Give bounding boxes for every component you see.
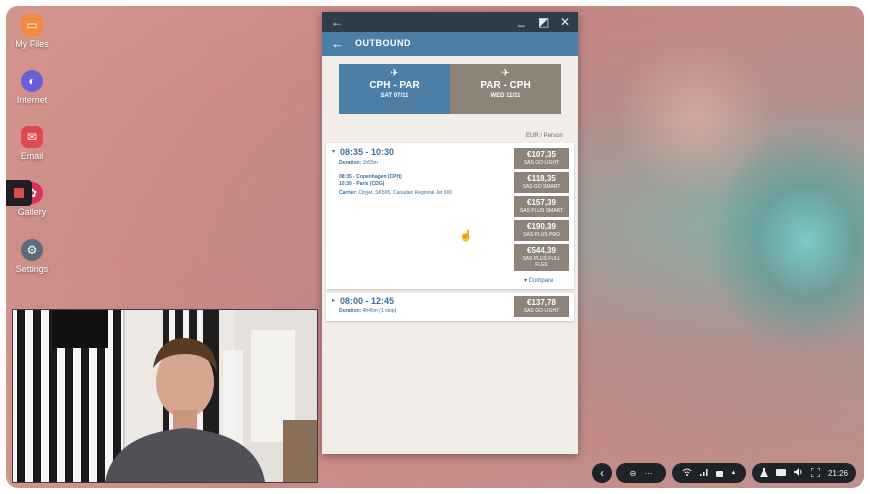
flight-card[interactable]: ▾ 08:35 - 10:30 Duration: 1h55m 08:35 - … xyxy=(326,143,574,289)
fare-name: SAS PLUS SMART xyxy=(519,208,564,214)
folder-icon: ▭ xyxy=(21,14,43,36)
fare-button[interactable]: €157,39 SAS PLUS SMART xyxy=(514,196,569,217)
lock-icon xyxy=(715,468,723,479)
fare-price: €137,78 xyxy=(527,298,556,307)
tab-route: PAR - CPH xyxy=(480,80,531,91)
desktop-icon-internet[interactable]: ◐ Internet xyxy=(6,70,58,105)
app-window: ← _ ◩ ✕ ← OUTBOUND ✈ CPH - PAR SAT 07/11… xyxy=(322,12,578,454)
desktop-icon-label: My Files xyxy=(15,39,49,49)
system-tray[interactable]: 21:26 xyxy=(752,463,856,483)
page-title: OUTBOUND xyxy=(355,38,411,48)
screenshot-icon[interactable] xyxy=(810,467,821,479)
fare-name: SAS GO SMART xyxy=(522,184,561,190)
expand-icon[interactable]: ▸ xyxy=(332,297,335,304)
status-pill[interactable]: ▲ xyxy=(672,463,746,483)
caret-up-icon[interactable]: ▲ xyxy=(731,470,737,476)
more-icon[interactable]: ··· xyxy=(644,469,652,478)
desktop-icon-label: Settings xyxy=(15,264,49,274)
webcam-overlay xyxy=(12,309,318,483)
webcam-video xyxy=(13,310,317,482)
flight-duration: Duration: 4h45m (1 stop) xyxy=(339,308,397,314)
keyboard-icon[interactable] xyxy=(775,468,786,478)
fare-price: €157,39 xyxy=(527,198,556,207)
flight-time: 08:00 - 12:45 xyxy=(340,296,395,306)
wifi-icon xyxy=(682,468,692,478)
tab-date: WED 11/11 xyxy=(490,93,521,99)
globe-icon: ◐ xyxy=(21,70,43,92)
envelope-icon: ✉ xyxy=(21,126,43,148)
gear-icon: ⚙ xyxy=(21,239,43,261)
flight-card[interactable]: ▸ 08:00 - 12:45 Duration: 4h45m (1 stop)… xyxy=(326,293,574,321)
fare-name: SAS PLUS PRO xyxy=(523,232,560,238)
fare-button[interactable]: €118,35 SAS GO SMART xyxy=(514,172,569,193)
fare-button[interactable]: €137,78 SAS GO LIGHT xyxy=(514,296,569,317)
flight-carrier: Carrier: Cityjet, SK565, Canadair Region… xyxy=(339,190,453,196)
fare-price: €544,39 xyxy=(527,246,556,255)
recording-stop-button[interactable] xyxy=(6,180,32,206)
fare-button[interactable]: €107,35 SAS GO LIGHT xyxy=(514,148,569,169)
hand-cursor-icon: ☝ xyxy=(459,230,473,242)
window-minimize-button[interactable]: _ xyxy=(518,12,525,28)
plane-icon: ✈ xyxy=(390,68,399,79)
tab-outbound[interactable]: ✈ CPH - PAR SAT 07/11 xyxy=(339,64,450,114)
collapse-icon[interactable]: ▾ xyxy=(332,148,335,155)
flight-time: 08:35 - 10:30 xyxy=(340,147,395,157)
window-titlebar: ← _ ◩ ✕ xyxy=(322,12,578,32)
flight-arrival: 10:30 - Paris (CDG) xyxy=(339,181,385,187)
window-close-button[interactable]: ✕ xyxy=(560,14,570,30)
tab-date: SAT 07/11 xyxy=(380,93,409,99)
fare-name: SAS PLUS FULL FLEX xyxy=(522,256,561,268)
tab-return[interactable]: ✈ PAR - CPH WED 11/11 xyxy=(450,64,561,114)
minus-circle-icon[interactable]: ⊖ xyxy=(630,469,637,478)
desktop-icon-label: Gallery xyxy=(17,207,47,217)
volume-icon[interactable] xyxy=(793,468,803,478)
window-back-button[interactable]: ← xyxy=(331,14,343,30)
fare-price: €107,35 xyxy=(527,150,556,159)
currency-unit-label: EUR / Person xyxy=(526,133,563,139)
desktop-icon-my-files[interactable]: ▭ My Files xyxy=(6,14,58,49)
chevron-left-icon: ‹ xyxy=(600,466,604,480)
desktop-icon-settings[interactable]: ⚙ Settings xyxy=(6,239,58,274)
fare-button[interactable]: €544,39 SAS PLUS FULL FLEX xyxy=(514,244,569,271)
compare-link[interactable]: ▾ Compare xyxy=(524,277,553,284)
app-header: ← OUTBOUND xyxy=(322,32,578,56)
header-back-button[interactable]: ← xyxy=(331,36,344,51)
signal-icon xyxy=(699,468,708,478)
plane-icon: ✈ xyxy=(501,68,510,79)
clock: 21:26 xyxy=(827,468,849,478)
desktop-icon-label: Internet xyxy=(16,95,48,105)
desktop-icon-email[interactable]: ✉ Email xyxy=(6,126,58,161)
fare-button[interactable]: €190,39 SAS PLUS PRO xyxy=(514,220,569,241)
flight-duration: Duration: 1h55m xyxy=(339,160,378,166)
flight-departure: 08:35 - Copenhagen (CPH) xyxy=(339,174,402,180)
taskbar-apps-pill[interactable]: ⊖ ··· xyxy=(616,463,666,483)
taskbar-back-button[interactable]: ‹ xyxy=(592,463,612,483)
tab-route: CPH - PAR xyxy=(369,80,420,91)
fare-price: €118,35 xyxy=(527,174,556,183)
stop-icon xyxy=(14,188,24,198)
fare-price: €190,39 xyxy=(527,222,556,231)
fare-name: SAS GO LIGHT xyxy=(523,160,560,166)
desktop-icon-label: Email xyxy=(20,151,44,161)
flask-icon[interactable] xyxy=(759,467,768,479)
window-restore-button[interactable]: ◩ xyxy=(538,14,549,30)
wallpaper-swirl xyxy=(616,36,776,196)
fare-name: SAS GO LIGHT xyxy=(523,308,560,314)
